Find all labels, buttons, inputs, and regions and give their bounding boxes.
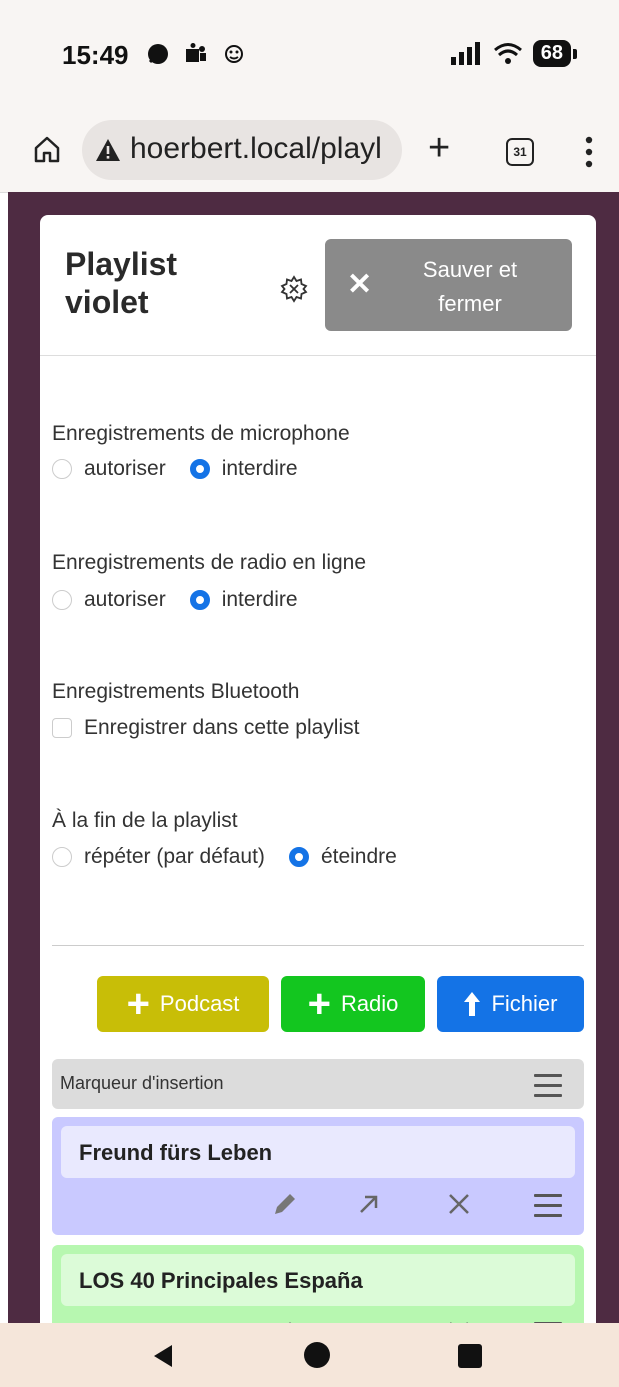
mic-options: autoriser interdire — [52, 457, 322, 481]
custom-app-icon — [225, 45, 243, 63]
cell-signal-icon — [450, 41, 480, 65]
notification-icons — [146, 42, 246, 66]
insertion-marker[interactable]: Marqueur d'insertion — [52, 1059, 584, 1109]
wifi-icon — [493, 42, 522, 64]
gear-icon[interactable] — [280, 275, 308, 303]
playlist-item[interactable]: LOS 40 Principales España — [52, 1245, 584, 1323]
playlist-dialog: Playlist violet ✕ Sauver et fermer Enreg… — [40, 215, 596, 1323]
status-bar: 15:49 68 — [0, 0, 619, 110]
bluetooth-option: Enregistrer dans cette playlist — [52, 716, 383, 740]
save-close-label: Sauver et fermer — [422, 257, 518, 316]
new-tab-icon[interactable]: + — [428, 128, 450, 168]
close-icon: ✕ — [347, 268, 373, 301]
add-podcast-button[interactable]: + Podcast — [97, 976, 269, 1032]
teams-icon — [186, 43, 206, 62]
radio-recordings-title: Enregistrements de radio en ligne — [52, 551, 367, 574]
address-bar[interactable]: hoerbert.local/playl — [82, 120, 402, 180]
home-icon[interactable] — [304, 1342, 330, 1368]
radio-options: autoriser interdire — [52, 588, 322, 612]
browser-toolbar: hoerbert.local/playl + 31 — [0, 110, 619, 193]
item-title-box: LOS 40 Principales España — [61, 1254, 575, 1306]
end-poweroff-label[interactable]: éteindre — [321, 845, 397, 869]
mic-recordings-title: Enregistrements de microphone — [52, 422, 350, 445]
upload-file-label: Fichier — [491, 991, 558, 1016]
mic-deny-label[interactable]: interdire — [222, 457, 298, 481]
recents-icon[interactable] — [458, 1344, 482, 1368]
save-and-close-button[interactable]: ✕ Sauver et fermer — [325, 239, 572, 331]
back-icon[interactable] — [150, 1343, 176, 1369]
page-title: Playlist violet — [65, 245, 177, 321]
drag-handle-icon[interactable] — [534, 1074, 562, 1098]
item-title: LOS 40 Principales España — [79, 1268, 363, 1293]
status-time: 15:49 — [62, 40, 129, 70]
radio-deny-label[interactable]: interdire — [222, 588, 298, 612]
title-line-2: violet — [65, 284, 149, 320]
system-nav-bar — [0, 1323, 619, 1387]
end-repeat-label[interactable]: répéter (par défaut) — [84, 845, 265, 869]
home-icon[interactable] — [32, 134, 62, 164]
tab-switcher-icon[interactable]: 31 — [506, 138, 534, 166]
header-divider — [40, 355, 596, 356]
drag-handle-icon[interactable] — [534, 1194, 562, 1218]
menu-icon[interactable] — [584, 132, 594, 172]
move-icon[interactable] — [354, 1189, 384, 1219]
insertion-marker-label: Marqueur d'insertion — [60, 1073, 224, 1093]
upload-arrow-icon — [464, 992, 481, 1016]
status-right: 68 — [449, 40, 578, 67]
mic-allow-radio[interactable] — [52, 459, 72, 479]
bluetooth-recordings-title: Enregistrements Bluetooth — [52, 680, 300, 703]
add-radio-button[interactable]: + Radio — [281, 976, 425, 1032]
plus-icon: + — [307, 982, 331, 1026]
mic-deny-radio[interactable] — [189, 459, 210, 479]
bluetooth-record-label[interactable]: Enregistrer dans cette playlist — [84, 716, 359, 740]
playlist-item[interactable]: Freund fürs Leben — [52, 1117, 584, 1235]
radio-deny-radio[interactable] — [189, 590, 210, 610]
end-of-playlist-title: À la fin de la playlist — [52, 809, 238, 832]
url-text[interactable]: hoerbert.local/playl — [130, 132, 382, 166]
delete-icon[interactable] — [444, 1189, 474, 1219]
mic-allow-label[interactable]: autoriser — [84, 457, 166, 481]
not-secure-icon[interactable] — [94, 136, 122, 164]
battery-level: 68 — [532, 40, 578, 67]
content-divider — [52, 945, 584, 946]
plus-icon: + — [126, 982, 150, 1026]
item-title: Freund fürs Leben — [79, 1140, 273, 1165]
edit-icon[interactable] — [270, 1189, 300, 1219]
end-options: répéter (par défaut) éteindre — [52, 845, 421, 869]
end-poweroff-radio[interactable] — [288, 847, 309, 867]
add-radio-label: Radio — [340, 991, 399, 1016]
radio-allow-radio[interactable] — [52, 590, 72, 610]
item-title-box: Freund fürs Leben — [61, 1126, 575, 1178]
bluetooth-record-checkbox[interactable] — [52, 718, 72, 738]
title-line-1: Playlist — [65, 246, 178, 282]
add-podcast-label: Podcast — [159, 991, 240, 1016]
signal-app-icon — [148, 44, 168, 64]
radio-allow-label[interactable]: autoriser — [84, 588, 166, 612]
end-repeat-radio[interactable] — [52, 847, 72, 867]
upload-file-button[interactable]: Fichier — [437, 976, 584, 1032]
